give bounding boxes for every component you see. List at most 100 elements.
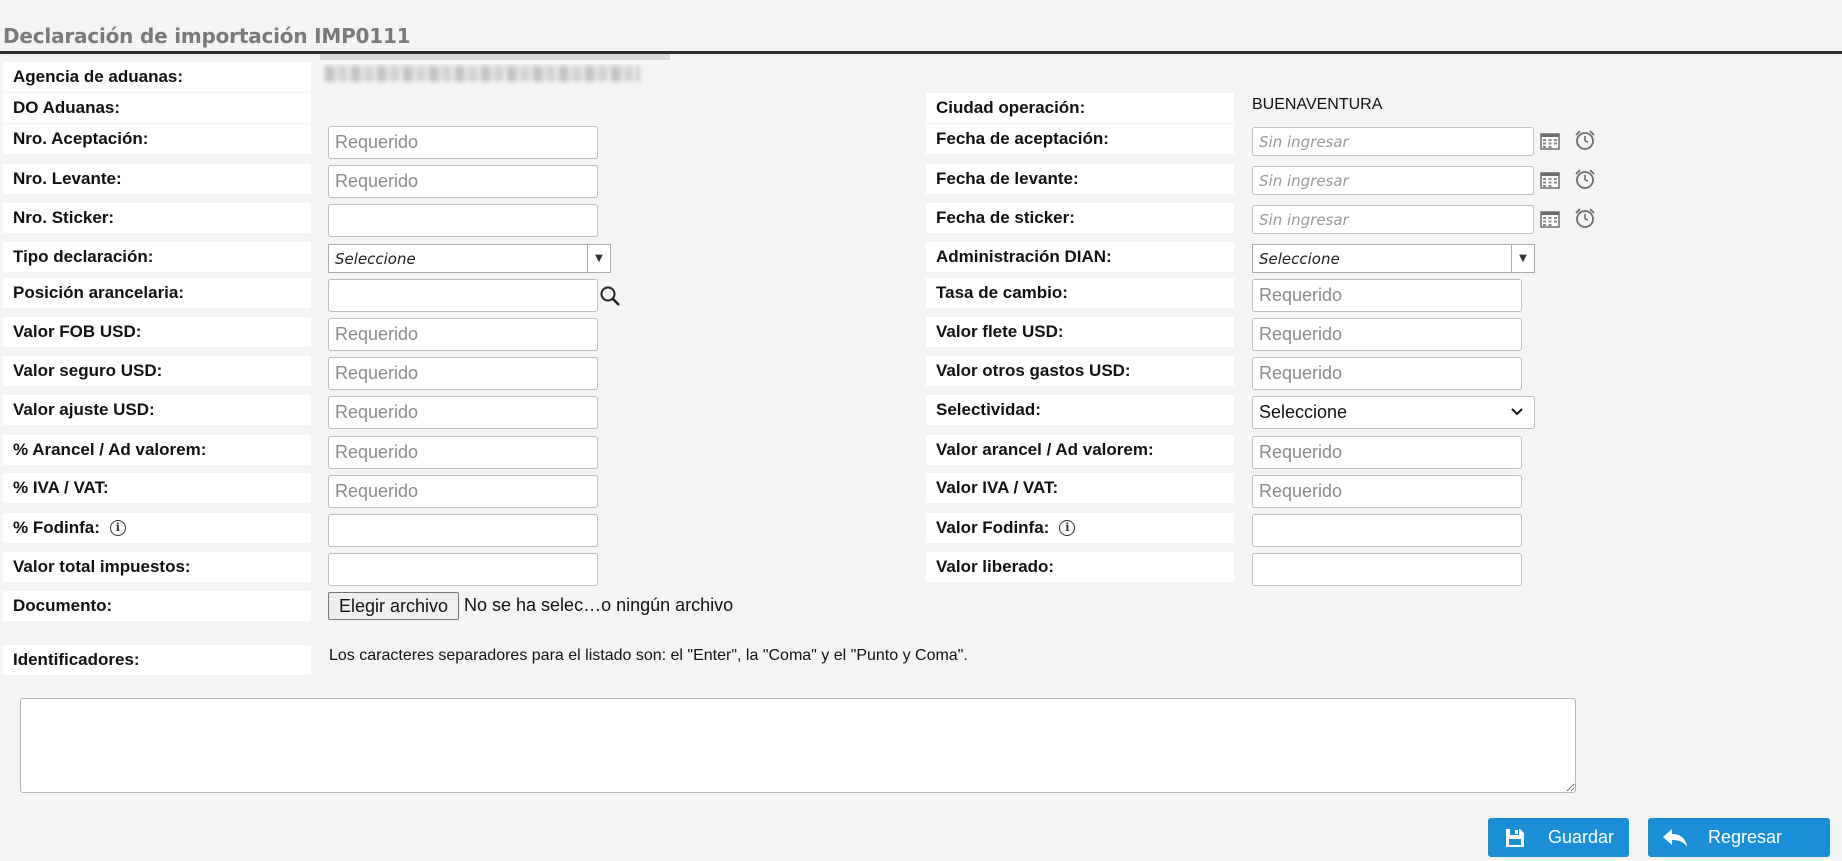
calendar-icon[interactable] bbox=[1538, 168, 1562, 192]
fecha-aceptacion-input[interactable] bbox=[1252, 127, 1534, 156]
select-value: Seleccione bbox=[1259, 402, 1348, 422]
label-identificadores: Identificadores: bbox=[3, 645, 311, 675]
selectividad-select[interactable]: Seleccione bbox=[1252, 396, 1535, 429]
file-status: No se ha selec…o ningún archivo bbox=[464, 595, 734, 615]
label-nro-aceptacion: Nro. Aceptación: bbox=[3, 124, 311, 154]
label-agencia: Agencia de aduanas: bbox=[3, 62, 311, 92]
tasa-cambio-input[interactable] bbox=[1252, 279, 1522, 312]
label-selectividad: Selectividad: bbox=[926, 395, 1234, 425]
label-tipo-declaracion: Tipo declaración: bbox=[3, 242, 311, 272]
clock-icon[interactable] bbox=[1573, 206, 1597, 230]
valor-arancel-input[interactable] bbox=[1252, 436, 1522, 469]
arancel-input[interactable] bbox=[328, 436, 598, 469]
triangle-down-icon[interactable]: ▼ bbox=[587, 245, 610, 272]
page-title: Declaración de importación IMP0111 bbox=[3, 24, 411, 48]
valor-liberado-input[interactable] bbox=[1252, 553, 1522, 586]
separator-hint: Los caracteres separadores para el lista… bbox=[329, 647, 968, 664]
valor-flete-input[interactable] bbox=[1252, 318, 1522, 351]
posicion-arancelaria-input[interactable] bbox=[328, 279, 598, 312]
label-nro-levante: Nro. Levante: bbox=[3, 164, 311, 194]
label-text: % IVA / VAT: bbox=[13, 478, 109, 497]
select-value: Seleccione bbox=[335, 249, 416, 268]
label-text: Ciudad operación: bbox=[936, 98, 1086, 117]
label-text: Valor seguro USD: bbox=[13, 361, 163, 380]
label-administracion-dian: Administración DIAN: bbox=[926, 242, 1234, 272]
agency-value-redacted bbox=[325, 66, 640, 82]
label-nro-sticker: Nro. Sticker: bbox=[3, 203, 311, 233]
label-text: Valor FOB USD: bbox=[13, 322, 142, 341]
label-valor-fob: Valor FOB USD: bbox=[3, 317, 311, 347]
calendar-icon[interactable] bbox=[1538, 129, 1562, 153]
label-text: Fecha de levante: bbox=[936, 169, 1079, 188]
identificadores-textarea[interactable] bbox=[20, 698, 1576, 793]
tipo-declaracion-select[interactable]: Seleccione ▼ bbox=[328, 244, 611, 273]
label-posicion-arancelaria: Posición arancelaria: bbox=[3, 278, 311, 308]
administracion-dian-select[interactable]: Seleccione ▼ bbox=[1252, 244, 1535, 273]
valor-fodinfa-input[interactable] bbox=[1252, 514, 1522, 547]
label-ciudad-operacion: Ciudad operación: bbox=[926, 93, 1234, 123]
label-text: Valor arancel / Ad valorem: bbox=[936, 440, 1154, 459]
label-fecha-levante: Fecha de levante: bbox=[926, 164, 1234, 194]
label-text: Tasa de cambio: bbox=[936, 283, 1068, 302]
clock-icon[interactable] bbox=[1573, 167, 1597, 191]
valor-fob-input[interactable] bbox=[328, 318, 598, 351]
label-text: Valor liberado: bbox=[936, 557, 1055, 576]
label-valor-iva: Valor IVA / VAT: bbox=[926, 473, 1234, 503]
label-text: Valor total impuestos: bbox=[13, 557, 191, 576]
save-label: Guardar bbox=[1548, 827, 1615, 847]
label-text: Valor ajuste USD: bbox=[13, 400, 155, 419]
agency-underline bbox=[320, 54, 670, 60]
label-text: Fecha de sticker: bbox=[936, 208, 1075, 227]
label-text: % Fodinfa: bbox=[13, 518, 100, 537]
choose-file-button[interactable]: Elegir archivo bbox=[328, 592, 460, 620]
title-divider bbox=[0, 51, 1842, 54]
iva-input[interactable] bbox=[328, 475, 598, 508]
label-text: % Arancel / Ad valorem: bbox=[13, 440, 207, 459]
label-valor-liberado: Valor liberado: bbox=[926, 552, 1234, 582]
nro-sticker-input[interactable] bbox=[328, 204, 598, 237]
label-text: Administración DIAN: bbox=[936, 247, 1112, 266]
label-fodinfa: % Fodinfa: i bbox=[3, 513, 311, 543]
label-text: Identificadores: bbox=[13, 650, 140, 669]
back-label: Regresar bbox=[1708, 827, 1783, 847]
label-fecha-aceptacion: Fecha de aceptación: bbox=[926, 124, 1234, 154]
back-button[interactable]: Regresar bbox=[1648, 818, 1830, 857]
search-icon[interactable] bbox=[598, 284, 622, 308]
label-text: Valor otros gastos USD: bbox=[936, 361, 1131, 380]
label-text: Nro. Sticker: bbox=[13, 208, 115, 227]
calendar-icon[interactable] bbox=[1538, 207, 1562, 231]
label-text: Posición arancelaria: bbox=[13, 283, 185, 302]
fodinfa-input[interactable] bbox=[328, 514, 598, 547]
valor-iva-input[interactable] bbox=[1252, 475, 1522, 508]
reply-arrow-icon bbox=[1656, 827, 1694, 849]
valor-seguro-input[interactable] bbox=[328, 357, 598, 390]
label-fecha-sticker: Fecha de sticker: bbox=[926, 203, 1234, 233]
nro-levante-input[interactable] bbox=[328, 165, 598, 198]
label-text: Documento: bbox=[13, 596, 113, 615]
label-text: Valor Fodinfa: bbox=[936, 518, 1050, 537]
chevron-down-icon bbox=[1510, 404, 1524, 420]
label-do-aduanas: DO Aduanas: bbox=[3, 93, 311, 123]
floppy-icon bbox=[1496, 827, 1534, 849]
total-impuestos-input[interactable] bbox=[328, 553, 598, 586]
label-text: Tipo declaración: bbox=[13, 247, 154, 266]
valor-ajuste-input[interactable] bbox=[328, 396, 598, 429]
label-valor-otros-gastos: Valor otros gastos USD: bbox=[926, 356, 1234, 386]
triangle-down-icon[interactable]: ▼ bbox=[1511, 245, 1534, 272]
valor-otros-gastos-input[interactable] bbox=[1252, 357, 1522, 390]
info-icon[interactable]: i bbox=[1059, 520, 1076, 536]
label-total-impuestos: Valor total impuestos: bbox=[3, 552, 311, 582]
label-tasa-cambio: Tasa de cambio: bbox=[926, 278, 1234, 308]
fecha-levante-input[interactable] bbox=[1252, 166, 1534, 195]
clock-icon[interactable] bbox=[1573, 128, 1597, 152]
label-text: Selectividad: bbox=[936, 400, 1041, 419]
ciudad-operacion-value: BUENAVENTURA bbox=[1252, 96, 1383, 113]
label-text: Valor IVA / VAT: bbox=[936, 478, 1059, 497]
label-valor-seguro: Valor seguro USD: bbox=[3, 356, 311, 386]
save-button[interactable]: Guardar bbox=[1488, 818, 1629, 857]
fecha-sticker-input[interactable] bbox=[1252, 205, 1534, 234]
nro-aceptacion-input[interactable] bbox=[328, 126, 598, 159]
info-icon[interactable]: i bbox=[109, 520, 126, 536]
label-text: Fecha de aceptación: bbox=[936, 129, 1109, 148]
label-iva: % IVA / VAT: bbox=[3, 473, 311, 503]
